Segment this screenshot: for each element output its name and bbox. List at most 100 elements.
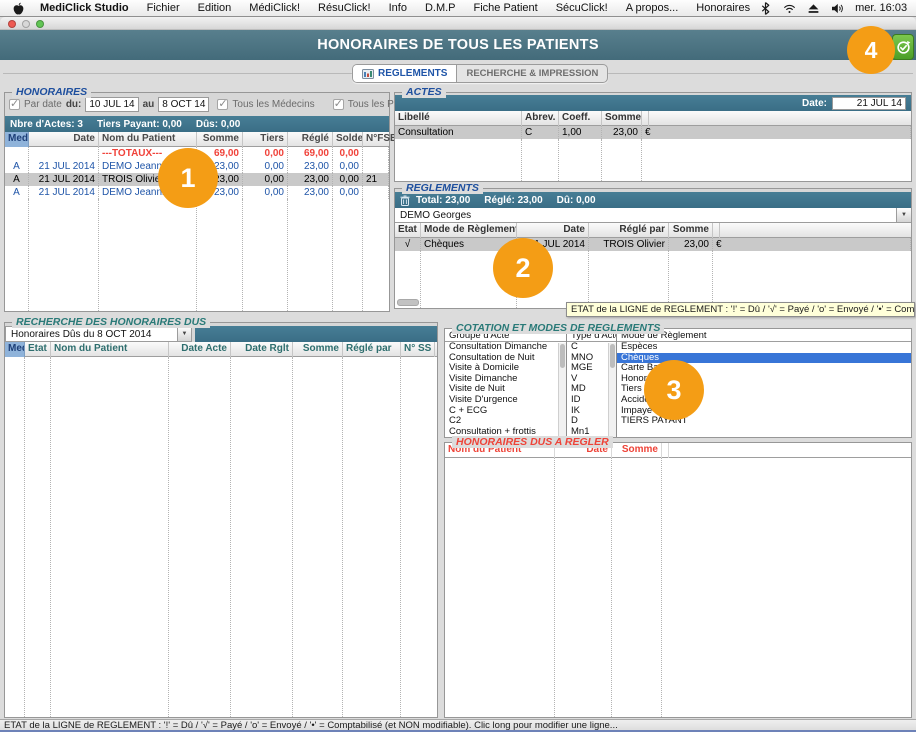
groupe-acte-list-item[interactable]: Consultation Dimanche	[445, 342, 566, 353]
date-from-input[interactable]: 10 JUL 14	[85, 97, 138, 112]
tab-reglements[interactable]: REGLEMENTS	[353, 65, 456, 82]
annotation-badge-3-number: 3	[666, 375, 681, 406]
column-line	[333, 199, 363, 311]
cell: Somme	[669, 223, 713, 238]
groupe-acte-list-item[interactable]: C + ECG	[445, 406, 566, 417]
tab-reglements-label: REGLEMENTS	[378, 68, 447, 79]
actes-row[interactable]: ConsultationC1,0023,00€	[395, 126, 911, 139]
reglements-row[interactable]: √Chèques21 JUL 2014TROIS Olivier23,00€	[395, 238, 911, 251]
recherche-teal-bar	[195, 326, 437, 342]
reglements-header-row[interactable]: EtatMode de RèglementDateRéglé parSomme	[395, 223, 720, 238]
eject-icon[interactable]	[807, 2, 820, 15]
menu-status-icons: mer. 16:03	[759, 2, 916, 15]
dus-a-regler-panel: HONORAIRES DUS A REGLER Nom du PatientDa…	[444, 442, 912, 718]
menu-items-item[interactable]: Honoraires	[687, 0, 759, 17]
actes-date-input[interactable]: 21 JUL 14	[832, 97, 906, 110]
actes-header-row[interactable]: LibelléAbrev.Coeff.Somme	[395, 111, 649, 126]
cell	[29, 147, 99, 160]
annotation-badge-1: 1	[158, 148, 218, 208]
cell: 23,00	[602, 126, 642, 139]
validate-refresh-button[interactable]	[892, 34, 914, 60]
cell: Consultation	[395, 126, 522, 139]
actes-panel-label: ACTES	[402, 86, 446, 98]
column-line	[602, 139, 642, 181]
payer-dropdown-arrow-icon[interactable]	[896, 208, 911, 222]
tous-medecins-checkbox[interactable]	[217, 99, 228, 110]
cell: Date Acte	[169, 342, 231, 357]
groupe-acte-scrollbar[interactable]	[558, 343, 566, 437]
honoraires-table-filler	[5, 199, 389, 311]
bluetooth-icon[interactable]	[759, 2, 772, 15]
payer-dropdown[interactable]: DEMO Georges	[395, 208, 911, 223]
cell: €	[642, 126, 911, 139]
cell: Etat	[25, 342, 51, 357]
menu-items-item[interactable]: RésuClick!	[309, 0, 380, 17]
groupe-acte-list-item[interactable]: Visite D'urgence	[445, 395, 566, 406]
tiers-payant-total: Tiers Payant: 0,00	[97, 119, 182, 130]
wifi-icon[interactable]	[783, 2, 796, 15]
etat-legend-tooltip: ETAT de la LIGNE de REGLEMENT : '!' = Dû…	[566, 302, 915, 317]
dus-a-regler-panel-label: HONORAIRES DUS A REGLER	[452, 436, 613, 448]
honoraires-summary-bar: Nbre d'Actes: 3 Tiers Payant: 0,00 Dûs: …	[5, 116, 389, 132]
honoraires-dus-dropdown-arrow-icon[interactable]	[177, 326, 192, 342]
honoraires-dus-dropdown-value[interactable]: Honoraires Dûs du 8 OCT 2014	[5, 326, 177, 342]
cell	[363, 147, 389, 160]
groupe-acte-list-item[interactable]: Visite de Nuit	[445, 384, 566, 395]
groupe-acte-list-item[interactable]: Visite Dimanche	[445, 374, 566, 385]
type-acte-scrollbar[interactable]	[608, 343, 616, 437]
menu-items-item[interactable]: SécuClick!	[547, 0, 617, 17]
groupe-acte-list: Consultation DimancheConsultation de Nui…	[445, 342, 566, 437]
cell: €	[713, 238, 911, 251]
par-date-checkbox[interactable]	[9, 99, 20, 110]
trash-icon[interactable]	[400, 195, 410, 206]
tab-recherche-label: RECHERCHE & IMPRESSION	[466, 68, 598, 79]
column-line	[522, 139, 559, 181]
cell	[662, 443, 669, 458]
cell: 21 JUL 2014	[29, 160, 99, 173]
recherche-table-filler	[5, 357, 437, 717]
tous-patients-checkbox[interactable]	[333, 99, 344, 110]
groupe-acte-list-item[interactable]: Visite à Domicile	[445, 363, 566, 374]
honoraires-table-header[interactable]: MedDateNom du PatientSommeTiersRégléSold…	[5, 132, 389, 147]
column-line	[445, 458, 555, 717]
menu-items-item[interactable]: Fichier	[138, 0, 189, 17]
par-date-label: Par date	[24, 99, 62, 110]
recherche-header-row[interactable]: MedEtatNom du PatientDate ActeDate RgltS…	[5, 342, 435, 357]
volume-icon[interactable]	[831, 2, 844, 15]
close-window-button[interactable]	[8, 20, 16, 28]
mac-menu-bar: MediClick StudioFichierEditionMédiClick!…	[0, 0, 916, 17]
cell: Nom du Patient	[99, 132, 197, 147]
apple-menu-icon[interactable]	[12, 2, 25, 15]
mode-reglement-list-item[interactable]: TIERS PAYANT	[617, 416, 911, 427]
cell: 0,00	[333, 186, 363, 199]
menu-items-item[interactable]: Info	[380, 0, 416, 17]
annotation-badge-3: 3	[644, 360, 704, 420]
cell: 23,00	[288, 186, 333, 199]
column-line	[169, 357, 231, 717]
cell: 21	[363, 173, 389, 186]
minimize-window-button[interactable]	[22, 20, 30, 28]
menu-items-item[interactable]: Fiche Patient	[465, 0, 547, 17]
date-to-input[interactable]: 8 OCT 14	[158, 97, 209, 112]
column-line	[29, 199, 99, 311]
groupe-acte-list-item[interactable]: C2	[445, 416, 566, 427]
reglements-hscrollbar[interactable]	[397, 299, 419, 306]
menu-items-item[interactable]: A propos...	[617, 0, 688, 17]
tab-recherche-impression[interactable]: RECHERCHE & IMPRESSION	[456, 65, 607, 82]
actes-table-header[interactable]: LibelléAbrev.Coeff.Somme	[395, 111, 911, 126]
menu-items-item[interactable]: Edition	[189, 0, 241, 17]
menu-items-item[interactable]: MédiClick!	[240, 0, 309, 17]
recherche-table-header[interactable]: MedEtatNom du PatientDate ActeDate RgltS…	[5, 342, 437, 357]
menu-items-item[interactable]: D.M.P	[416, 0, 465, 17]
zoom-window-button[interactable]	[36, 20, 44, 28]
column-line	[555, 458, 612, 717]
page-title-bar: HONORAIRES DE TOUS LES PATIENTS	[0, 30, 916, 60]
mode-reglement-list-item[interactable]: Espèces	[617, 342, 911, 353]
column-line	[99, 199, 197, 311]
groupe-acte-list-item[interactable]: Consultation de Nuit	[445, 353, 566, 364]
menu-items-item[interactable]: MediClick Studio	[31, 0, 138, 17]
reglements-du: Dû: 0,00	[557, 195, 596, 206]
honoraires-header-row[interactable]: MedDateNom du PatientSommeTiersRégléSold…	[5, 132, 401, 147]
cell: Réglé par	[343, 342, 401, 357]
reglements-table-header[interactable]: EtatMode de RèglementDateRéglé parSomme	[395, 223, 911, 238]
